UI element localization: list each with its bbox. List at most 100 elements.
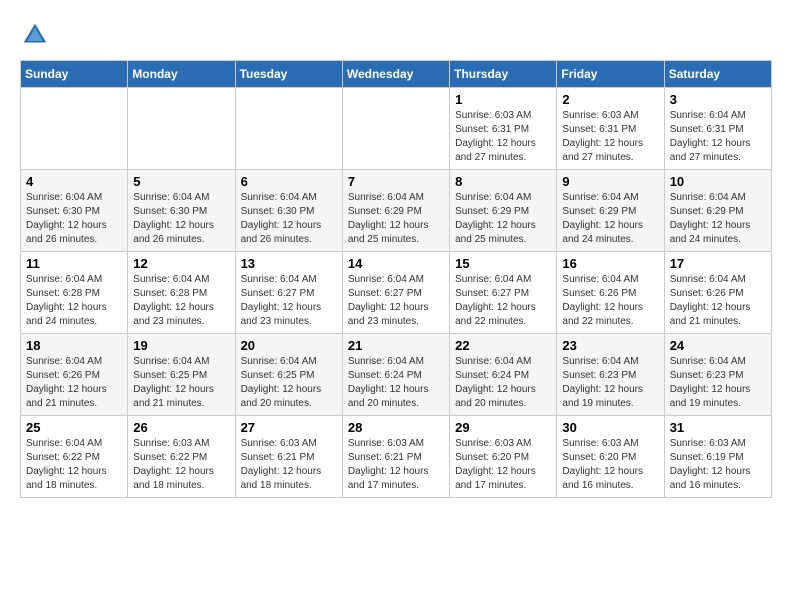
day-number: 16 — [562, 256, 658, 271]
day-number: 13 — [241, 256, 337, 271]
day-number: 10 — [670, 174, 766, 189]
weekday-header-friday: Friday — [557, 61, 664, 88]
day-info: Sunrise: 6:04 AM Sunset: 6:27 PM Dayligh… — [241, 273, 337, 329]
day-info: Sunrise: 6:04 AM Sunset: 6:29 PM Dayligh… — [562, 191, 658, 247]
calendar-day-cell — [235, 88, 342, 170]
calendar-day-cell: 12 Sunrise: 6:04 AM Sunset: 6:28 PM Dayli… — [128, 252, 235, 334]
day-info: Sunrise: 6:04 AM Sunset: 6:24 PM Dayligh… — [348, 355, 444, 411]
calendar-day-cell: 1 Sunrise: 6:03 AM Sunset: 6:31 PM Daylig… — [450, 88, 557, 170]
day-info: Sunrise: 6:04 AM Sunset: 6:28 PM Dayligh… — [133, 273, 229, 329]
day-number: 3 — [670, 92, 766, 107]
day-info: Sunrise: 6:04 AM Sunset: 6:30 PM Dayligh… — [241, 191, 337, 247]
day-info: Sunrise: 6:03 AM Sunset: 6:21 PM Dayligh… — [348, 437, 444, 493]
calendar-week-1: 1 Sunrise: 6:03 AM Sunset: 6:31 PM Daylig… — [21, 88, 772, 170]
day-number: 6 — [241, 174, 337, 189]
calendar-day-cell: 23 Sunrise: 6:04 AM Sunset: 6:23 PM Dayli… — [557, 334, 664, 416]
calendar-week-4: 18 Sunrise: 6:04 AM Sunset: 6:26 PM Dayli… — [21, 334, 772, 416]
day-number: 20 — [241, 338, 337, 353]
day-info: Sunrise: 6:04 AM Sunset: 6:31 PM Dayligh… — [670, 109, 766, 165]
calendar-day-cell: 7Sunrise: 6:04 AM Sunset: 6:29 PM Daylig… — [342, 170, 449, 252]
calendar-day-cell: 29 Sunrise: 6:03 AM Sunset: 6:20 PM Dayli… — [450, 416, 557, 498]
calendar-day-cell: 10 Sunrise: 6:04 AM Sunset: 6:29 PM Dayli… — [664, 170, 771, 252]
day-number: 5 — [133, 174, 229, 189]
day-info: Sunrise: 6:04 AM Sunset: 6:22 PM Dayligh… — [26, 437, 122, 493]
calendar-day-cell: 4 Sunrise: 6:04 AM Sunset: 6:30 PM Daylig… — [21, 170, 128, 252]
day-number: 27 — [241, 420, 337, 435]
header — [20, 20, 772, 50]
weekday-header-wednesday: Wednesday — [342, 61, 449, 88]
day-info: Sunrise: 6:04 AM Sunset: 6:25 PM Dayligh… — [241, 355, 337, 411]
day-info: Sunrise: 6:04 AM Sunset: 6:29 PM Dayligh… — [670, 191, 766, 247]
weekday-header-saturday: Saturday — [664, 61, 771, 88]
day-info: Sunrise: 6:03 AM Sunset: 6:19 PM Dayligh… — [670, 437, 766, 493]
calendar-day-cell: 14 Sunrise: 6:04 AM Sunset: 6:27 PM Dayli… — [342, 252, 449, 334]
day-number: 31 — [670, 420, 766, 435]
calendar-day-cell: 18 Sunrise: 6:04 AM Sunset: 6:26 PM Dayli… — [21, 334, 128, 416]
day-info: Sunrise: 6:04 AM Sunset: 6:27 PM Dayligh… — [348, 273, 444, 329]
day-number: 8 — [455, 174, 551, 189]
calendar-day-cell: 22 Sunrise: 6:04 AM Sunset: 6:24 PM Dayli… — [450, 334, 557, 416]
calendar-day-cell: 13 Sunrise: 6:04 AM Sunset: 6:27 PM Dayli… — [235, 252, 342, 334]
calendar-day-cell: 26Sunrise: 6:03 AM Sunset: 6:22 PM Dayli… — [128, 416, 235, 498]
day-number: 18 — [26, 338, 122, 353]
calendar-day-cell: 5Sunrise: 6:04 AM Sunset: 6:30 PM Daylig… — [128, 170, 235, 252]
calendar-week-3: 11 Sunrise: 6:04 AM Sunset: 6:28 PM Dayli… — [21, 252, 772, 334]
day-info: Sunrise: 6:04 AM Sunset: 6:23 PM Dayligh… — [562, 355, 658, 411]
calendar-day-cell: 24Sunrise: 6:04 AM Sunset: 6:23 PM Dayli… — [664, 334, 771, 416]
day-info: Sunrise: 6:04 AM Sunset: 6:26 PM Dayligh… — [562, 273, 658, 329]
day-info: Sunrise: 6:03 AM Sunset: 6:20 PM Dayligh… — [455, 437, 551, 493]
day-number: 21 — [348, 338, 444, 353]
day-number: 9 — [562, 174, 658, 189]
calendar-day-cell: 15Sunrise: 6:04 AM Sunset: 6:27 PM Dayli… — [450, 252, 557, 334]
day-number: 28 — [348, 420, 444, 435]
day-number: 2 — [562, 92, 658, 107]
day-number: 29 — [455, 420, 551, 435]
calendar-day-cell: 19Sunrise: 6:04 AM Sunset: 6:25 PM Dayli… — [128, 334, 235, 416]
calendar-day-cell: 8 Sunrise: 6:04 AM Sunset: 6:29 PM Daylig… — [450, 170, 557, 252]
calendar-day-cell: 9 Sunrise: 6:04 AM Sunset: 6:29 PM Daylig… — [557, 170, 664, 252]
day-number: 24 — [670, 338, 766, 353]
day-info: Sunrise: 6:03 AM Sunset: 6:31 PM Dayligh… — [455, 109, 551, 165]
weekday-header-sunday: Sunday — [21, 61, 128, 88]
calendar-day-cell: 30Sunrise: 6:03 AM Sunset: 6:20 PM Dayli… — [557, 416, 664, 498]
logo — [20, 20, 54, 50]
day-number: 15 — [455, 256, 551, 271]
calendar-day-cell — [21, 88, 128, 170]
day-number: 17 — [670, 256, 766, 271]
day-number: 22 — [455, 338, 551, 353]
day-info: Sunrise: 6:04 AM Sunset: 6:24 PM Dayligh… — [455, 355, 551, 411]
day-info: Sunrise: 6:03 AM Sunset: 6:22 PM Dayligh… — [133, 437, 229, 493]
calendar-week-2: 4 Sunrise: 6:04 AM Sunset: 6:30 PM Daylig… — [21, 170, 772, 252]
day-info: Sunrise: 6:04 AM Sunset: 6:28 PM Dayligh… — [26, 273, 122, 329]
day-info: Sunrise: 6:04 AM Sunset: 6:26 PM Dayligh… — [26, 355, 122, 411]
weekday-header-thursday: Thursday — [450, 61, 557, 88]
day-info: Sunrise: 6:04 AM Sunset: 6:26 PM Dayligh… — [670, 273, 766, 329]
calendar-day-cell: 25Sunrise: 6:04 AM Sunset: 6:22 PM Dayli… — [21, 416, 128, 498]
day-number: 12 — [133, 256, 229, 271]
calendar-day-cell: 21 Sunrise: 6:04 AM Sunset: 6:24 PM Dayli… — [342, 334, 449, 416]
day-info: Sunrise: 6:03 AM Sunset: 6:21 PM Dayligh… — [241, 437, 337, 493]
logo-icon — [20, 20, 50, 50]
day-info: Sunrise: 6:04 AM Sunset: 6:29 PM Dayligh… — [455, 191, 551, 247]
calendar-table: SundayMondayTuesdayWednesdayThursdayFrid… — [20, 60, 772, 498]
day-info: Sunrise: 6:03 AM Sunset: 6:31 PM Dayligh… — [562, 109, 658, 165]
day-number: 11 — [26, 256, 122, 271]
weekday-header-tuesday: Tuesday — [235, 61, 342, 88]
calendar-day-cell: 6 Sunrise: 6:04 AM Sunset: 6:30 PM Daylig… — [235, 170, 342, 252]
day-number: 1 — [455, 92, 551, 107]
calendar-day-cell: 31 Sunrise: 6:03 AM Sunset: 6:19 PM Dayli… — [664, 416, 771, 498]
weekday-header-monday: Monday — [128, 61, 235, 88]
calendar-day-cell: 2 Sunrise: 6:03 AM Sunset: 6:31 PM Daylig… — [557, 88, 664, 170]
day-number: 30 — [562, 420, 658, 435]
calendar-day-cell: 28 Sunrise: 6:03 AM Sunset: 6:21 PM Dayli… — [342, 416, 449, 498]
day-info: Sunrise: 6:04 AM Sunset: 6:30 PM Dayligh… — [26, 191, 122, 247]
calendar-day-cell: 11 Sunrise: 6:04 AM Sunset: 6:28 PM Dayli… — [21, 252, 128, 334]
day-number: 19 — [133, 338, 229, 353]
day-number: 14 — [348, 256, 444, 271]
calendar-day-cell: 3 Sunrise: 6:04 AM Sunset: 6:31 PM Daylig… — [664, 88, 771, 170]
day-number: 4 — [26, 174, 122, 189]
calendar-day-cell — [342, 88, 449, 170]
day-number: 23 — [562, 338, 658, 353]
calendar-day-cell: 17 Sunrise: 6:04 AM Sunset: 6:26 PM Dayli… — [664, 252, 771, 334]
calendar-day-cell: 16 Sunrise: 6:04 AM Sunset: 6:26 PM Dayli… — [557, 252, 664, 334]
